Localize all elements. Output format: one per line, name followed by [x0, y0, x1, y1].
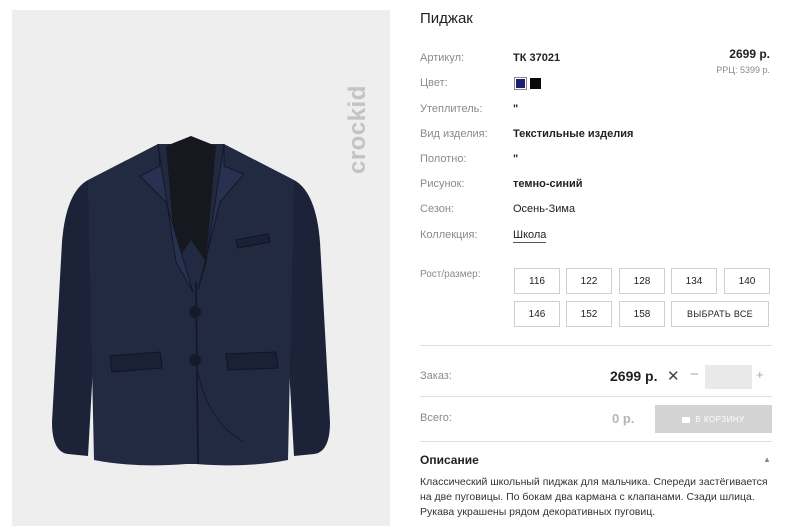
collection-link[interactable]: Школа	[513, 229, 547, 243]
size-option[interactable]: 152	[566, 301, 612, 327]
size-option[interactable]: 140	[724, 268, 770, 294]
quantity-input[interactable]	[705, 365, 752, 389]
product-price: 2699 р.	[729, 47, 770, 61]
select-all-sizes-button[interactable]: ВЫБРАТЬ ВСЕ	[671, 301, 769, 327]
attr-label: Цвет:	[420, 77, 448, 89]
attr-label: Вид изделия:	[420, 128, 488, 140]
description-title[interactable]: Описание	[420, 453, 479, 467]
total-value: 0 р.	[612, 411, 635, 426]
attr-label: Коллекция:	[420, 229, 478, 241]
attr-value: "	[513, 103, 519, 115]
attr-value: Текстильные изделия	[513, 128, 634, 140]
attr-label: Рисунок:	[420, 178, 465, 190]
attr-label: Артикул:	[420, 52, 465, 64]
size-option[interactable]: 134	[671, 268, 717, 294]
attr-label: Утеплитель:	[420, 103, 483, 115]
attr-label: Сезон:	[420, 203, 454, 215]
jacket-illustration	[52, 136, 330, 466]
recommended-price: РРЦ: 5399 р.	[716, 65, 770, 75]
attr-value: темно-синий	[513, 178, 583, 190]
size-option[interactable]: 122	[566, 268, 612, 294]
divider	[420, 396, 772, 397]
attr-value: "	[513, 153, 519, 165]
size-option[interactable]: 128	[619, 268, 665, 294]
multiply-icon: ✕	[667, 368, 680, 385]
description-text: Классический школьный пиджак для мальчик…	[420, 476, 768, 518]
product-image[interactable]: crockid	[12, 10, 390, 526]
attr-label: Полотно:	[420, 153, 467, 165]
size-option[interactable]: 116	[514, 268, 560, 294]
brand-logo: crockid	[344, 85, 371, 174]
color-swatch-black[interactable]	[530, 78, 541, 89]
color-swatches	[514, 77, 544, 90]
add-to-cart-label: В КОРЗИНУ	[695, 414, 745, 424]
order-price: 2699 р.	[610, 368, 658, 384]
color-swatch-navy[interactable]	[514, 77, 527, 90]
sizes-label: Рост/размер:	[420, 269, 481, 280]
product-title: Пиджак	[420, 10, 473, 27]
attr-value: ТК 37021	[513, 52, 561, 64]
size-option[interactable]: 146	[514, 301, 560, 327]
chevron-up-icon[interactable]: ▲	[763, 455, 771, 464]
cart-icon	[682, 416, 691, 423]
increase-quantity-button[interactable]: +	[756, 367, 764, 382]
total-label: Всего:	[420, 412, 452, 424]
add-to-cart-button[interactable]: В КОРЗИНУ	[655, 405, 772, 433]
size-option[interactable]: 158	[619, 301, 665, 327]
divider	[420, 345, 772, 346]
order-label: Заказ:	[420, 370, 452, 382]
decrease-quantity-button[interactable]: −	[690, 366, 699, 383]
divider	[420, 441, 772, 442]
attr-value: Осень-Зима	[513, 203, 576, 215]
